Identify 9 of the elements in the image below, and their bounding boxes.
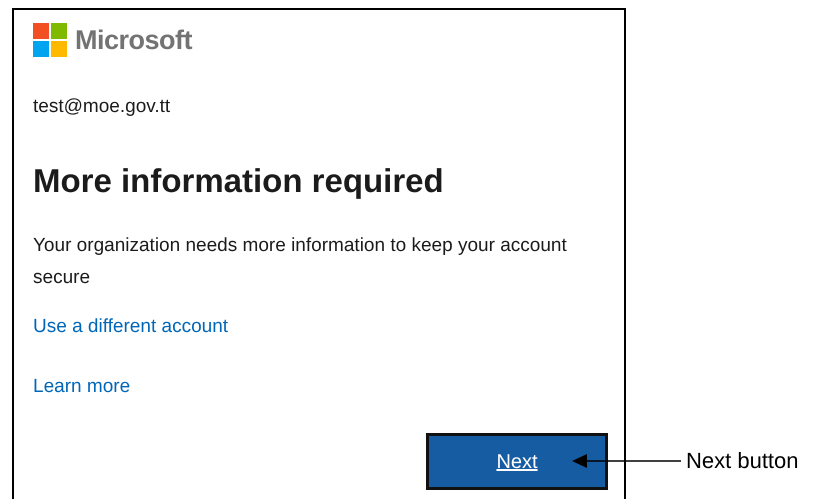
logo-icon — [33, 23, 67, 57]
page-heading: More information required — [33, 161, 445, 201]
email-text: test@moe.gov.tt — [33, 95, 172, 119]
next-button[interactable]: Next — [426, 433, 608, 490]
logo-text: Microsoft — [75, 24, 192, 57]
learn-more-link[interactable]: Learn more — [33, 374, 130, 400]
different-account-link[interactable]: Use a different account — [33, 314, 228, 340]
info-message: Your organization needs more information to keep your account secure — [33, 234, 568, 290]
callout-label: Next button — [686, 447, 799, 475]
